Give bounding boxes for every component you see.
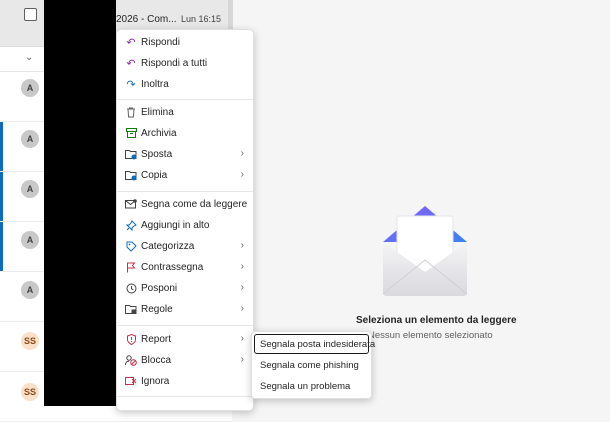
menu-item-label: Contrassegna: [141, 262, 204, 273]
menu-item-report[interactable]: Report ›: [117, 330, 253, 351]
chevron-right-icon: ›: [240, 303, 244, 314]
block-icon: [125, 354, 137, 366]
empty-state-subtitle: Nessun elemento selezionato: [368, 330, 493, 341]
chevron-right-icon: ›: [240, 333, 244, 344]
menu-item-rispondi[interactable]: ↶ Rispondi: [117, 33, 253, 54]
move-folder-icon: [125, 148, 137, 160]
reply-icon: ↶: [126, 36, 136, 49]
menu-item-label: Regole: [141, 304, 173, 315]
report-submenu: Segnala posta indesiderata Segnala come …: [251, 331, 375, 399]
menu-item-segnala-come-phishing[interactable]: Segnala come phishing: [254, 355, 369, 375]
menu-item-archivia[interactable]: Archivia: [117, 124, 253, 145]
menu-divider: [117, 191, 253, 192]
menu-item-label: Segnala un problema: [260, 381, 351, 392]
menu-item-inoltra[interactable]: ↷ Inoltra: [117, 75, 253, 96]
mark-unread-icon: [125, 198, 137, 210]
menu-item-label: Rispondi a tutti: [141, 58, 208, 69]
menu-item-ignora[interactable]: Ignora: [117, 372, 253, 393]
select-checkbox[interactable]: [24, 8, 37, 21]
menu-item-label: Segnala posta indesiderata: [260, 339, 376, 350]
menu-item-label: Report: [141, 334, 172, 345]
menu-item-label: Elimina: [141, 107, 174, 118]
menu-item-label: Rispondi: [141, 37, 180, 48]
menu-item-contrassegna[interactable]: Contrassegna ›: [117, 258, 253, 279]
menu-item-rispondi-a-tutti[interactable]: ↶ Rispondi a tutti: [117, 54, 253, 75]
menu-item-blocca[interactable]: Blocca ›: [117, 351, 253, 372]
ignore-icon: [125, 375, 137, 387]
archive-icon: [125, 127, 137, 139]
menu-item-sposta[interactable]: Sposta ›: [117, 145, 253, 166]
chevron-right-icon: ›: [240, 240, 244, 251]
tag-icon: [125, 240, 137, 252]
context-menu: ↶ Rispondi ↶ Rispondi a tutti ↷ Inoltra …: [116, 29, 254, 411]
forward-icon: ↷: [126, 78, 136, 91]
menu-item-label: Archivia: [141, 128, 177, 139]
menu-item-segna-come-da-leggere[interactable]: Segna come da leggere: [117, 195, 253, 216]
menu-divider: [117, 99, 253, 100]
menu-item-label: Inoltra: [141, 79, 169, 90]
menu-item-label: Blocca: [141, 355, 172, 366]
menu-item-label: Segnala come phishing: [260, 360, 359, 371]
trash-icon: [125, 106, 137, 118]
reply-all-icon: ↶: [126, 57, 136, 70]
menu-divider: [117, 396, 253, 397]
menu-divider: [117, 325, 253, 326]
clock-icon: [125, 282, 137, 294]
avatar: A: [21, 130, 39, 148]
chevron-right-icon: ›: [240, 282, 244, 293]
flag-icon: [125, 261, 137, 273]
menu-item-regole[interactable]: Regole ›: [117, 300, 253, 321]
chevron-right-icon: ›: [240, 148, 244, 159]
menu-item-label: Copia: [141, 170, 168, 181]
message-subject: 2026 - Com...: [116, 14, 177, 25]
menu-item-copia[interactable]: Copia ›: [117, 166, 253, 187]
copy-icon: [125, 169, 137, 181]
rules-icon: [125, 303, 137, 315]
menu-item-label: Ignora: [141, 376, 170, 387]
avatar: A: [21, 79, 39, 97]
chevron-right-icon: ›: [240, 261, 244, 272]
avatar: SS: [21, 332, 39, 350]
menu-item-posponi[interactable]: Posponi ›: [117, 279, 253, 300]
menu-item-aggiungi-in-alto[interactable]: Aggiungi in alto: [117, 216, 253, 237]
menu-item-label: Sposta: [141, 149, 173, 160]
report-icon: [125, 333, 137, 345]
avatar: SS: [21, 383, 39, 401]
avatar: A: [21, 231, 39, 249]
chevron-down-icon[interactable]: ⌄: [25, 52, 33, 63]
redacted-sender-column: [44, 0, 116, 406]
menu-item-segnala-un-problema[interactable]: Segnala un problema: [254, 376, 369, 396]
menu-item-label: Categorizza: [141, 241, 195, 252]
chevron-right-icon: ›: [240, 169, 244, 180]
menu-item-label: Segna come da leggere: [141, 199, 248, 210]
message-time: Lun 16:15: [181, 14, 222, 24]
menu-item-elimina[interactable]: Elimina: [117, 103, 253, 124]
menu-item-label: Aggiungi in alto: [141, 220, 210, 231]
empty-state-title: Seleziona un elemento da leggere: [356, 315, 517, 326]
avatar: A: [21, 281, 39, 299]
menu-item-categorizza[interactable]: Categorizza ›: [117, 237, 253, 258]
avatar: A: [21, 180, 39, 198]
chevron-right-icon: ›: [240, 354, 244, 365]
envelope-illustration: [381, 200, 469, 300]
menu-item-segnala-posta-indesiderata[interactable]: Segnala posta indesiderata: [254, 334, 375, 354]
pin-icon: [125, 219, 137, 231]
menu-item-label: Posponi: [141, 283, 178, 294]
